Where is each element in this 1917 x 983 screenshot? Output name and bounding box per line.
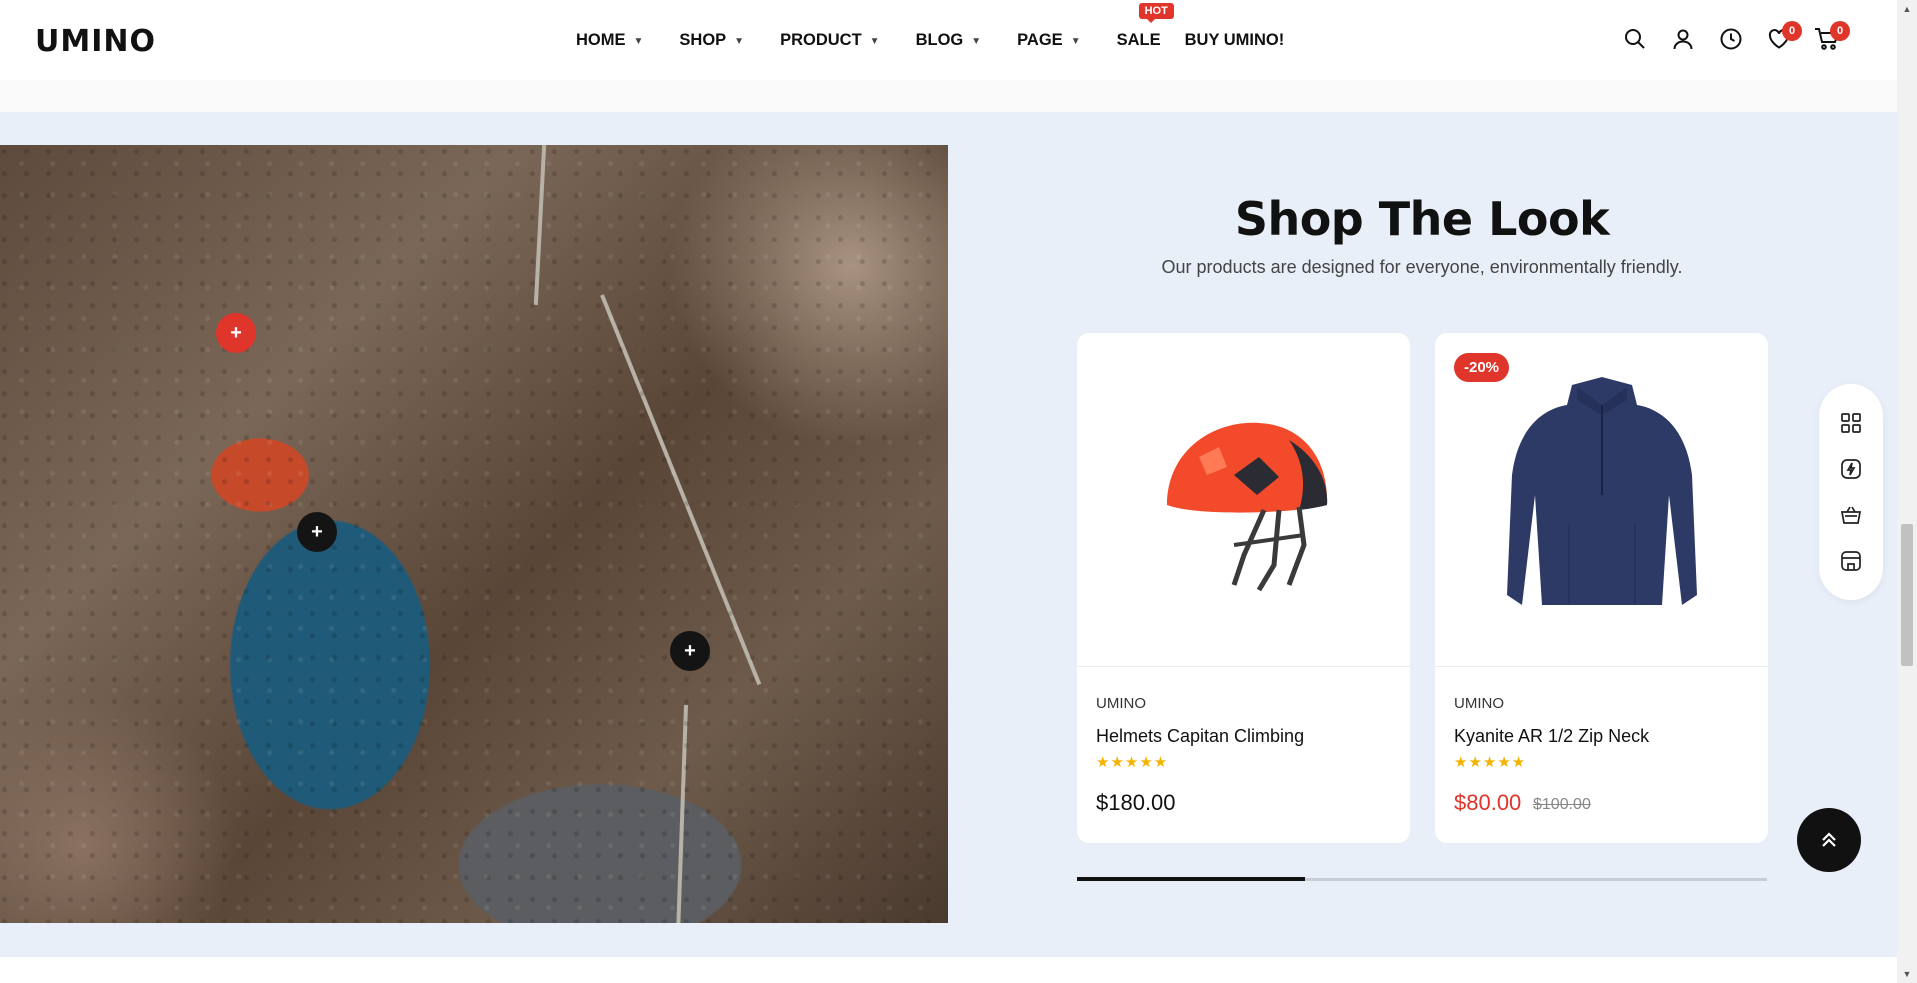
climbing-rope xyxy=(533,145,547,305)
user-icon[interactable] xyxy=(1670,26,1696,52)
double-chevron-up-icon xyxy=(1822,832,1836,847)
helmet-product-image xyxy=(1166,422,1327,591)
scroll-down-arrow[interactable]: ▼ xyxy=(1897,965,1917,983)
basket-icon[interactable] xyxy=(1837,501,1865,529)
hotspot-pants[interactable]: + xyxy=(670,631,710,671)
product-name[interactable]: Kyanite AR 1/2 Zip Neck xyxy=(1454,726,1649,747)
product-image[interactable] xyxy=(1077,333,1410,667)
nav-shop[interactable]: SHOP ▼ xyxy=(679,31,744,50)
clock-icon[interactable] xyxy=(1718,26,1744,52)
nav-blog[interactable]: BLOG ▼ xyxy=(916,31,982,50)
shop-the-look-section: + + + Shop The Look Our products are des… xyxy=(0,112,1897,957)
climber-lifestyle-image: + + + xyxy=(0,145,948,923)
nav-buy[interactable]: BUY UMINO! xyxy=(1185,31,1285,50)
product-card[interactable]: -20% UMINO Kyanite AR 1/2 Zip Neck ★★★★★… xyxy=(1435,333,1768,843)
chevron-down-icon: ▼ xyxy=(734,35,745,47)
hotspot-helmet[interactable]: + xyxy=(216,313,256,353)
cart-button[interactable]: 0 xyxy=(1814,21,1850,52)
nav-product[interactable]: PRODUCT ▼ xyxy=(780,31,880,50)
wishlist-count: 0 xyxy=(1782,21,1802,41)
site-logo[interactable]: UMINO xyxy=(35,24,156,59)
header-divider-strip xyxy=(0,80,1897,112)
scroll-up-arrow[interactable]: ▲ xyxy=(1897,0,1917,18)
main-nav: HOME ▼ SHOP ▼ PRODUCT ▼ BLOG ▼ PAGE ▼ SALE HOT… xyxy=(576,0,1320,80)
back-to-top-button[interactable] xyxy=(1797,808,1861,872)
section-subtitle: Our products are designed for everyone, … xyxy=(1161,257,1683,277)
product-old-price: $100.00 xyxy=(1533,796,1591,813)
cart-count: 0 xyxy=(1830,21,1850,41)
store-icon[interactable] xyxy=(1837,547,1865,575)
product-rating: ★★★★★ xyxy=(1096,754,1169,771)
site-header: UMINO HOME ▼ SHOP ▼ PRODUCT ▼ BLOG ▼ PAGE ▼ S… xyxy=(0,0,1897,80)
nav-page[interactable]: PAGE ▼ xyxy=(1017,31,1080,50)
scrollbar-thumb[interactable] xyxy=(1901,524,1913,666)
product-name[interactable]: Helmets Capitan Climbing xyxy=(1096,726,1304,747)
climbing-rope xyxy=(675,705,689,923)
product-brand: UMINO xyxy=(1096,695,1146,712)
climbing-rope xyxy=(600,294,762,686)
product-rating: ★★★★★ xyxy=(1454,754,1527,771)
slider-progress[interactable] xyxy=(1077,877,1767,881)
wishlist-button[interactable]: 0 xyxy=(1766,21,1802,52)
chevron-down-icon: ▼ xyxy=(971,35,982,47)
grid-icon[interactable] xyxy=(1837,409,1865,437)
header-actions: 0 0 xyxy=(1622,21,1850,52)
chevron-down-icon: ▼ xyxy=(633,35,644,47)
page-scrollbar[interactable]: ▲ ▼ xyxy=(1897,0,1917,983)
product-card[interactable]: UMINO Helmets Capitan Climbing ★★★★★ $18… xyxy=(1077,333,1410,843)
section-title: Shop The Look xyxy=(1234,192,1610,246)
zip-neck-product-image xyxy=(1506,376,1697,605)
nav-home[interactable]: HOME ▼ xyxy=(576,31,643,50)
flash-icon[interactable] xyxy=(1837,455,1865,483)
chevron-down-icon: ▼ xyxy=(1070,35,1081,47)
hot-badge: HOT xyxy=(1138,2,1174,23)
product-image[interactable] xyxy=(1435,333,1768,667)
nav-sale[interactable]: SALE HOT xyxy=(1117,2,1174,50)
product-price: $180.00 xyxy=(1096,790,1176,815)
product-sale-price: $80.00 xyxy=(1454,790,1522,815)
slider-progress-fill xyxy=(1077,877,1305,881)
search-icon[interactable] xyxy=(1622,26,1648,52)
side-toolbar xyxy=(1819,384,1883,600)
product-brand: UMINO xyxy=(1454,695,1504,712)
discount-badge: -20% xyxy=(1454,353,1510,382)
hotspot-jacket[interactable]: + xyxy=(297,512,337,552)
chevron-down-icon: ▼ xyxy=(869,35,880,47)
